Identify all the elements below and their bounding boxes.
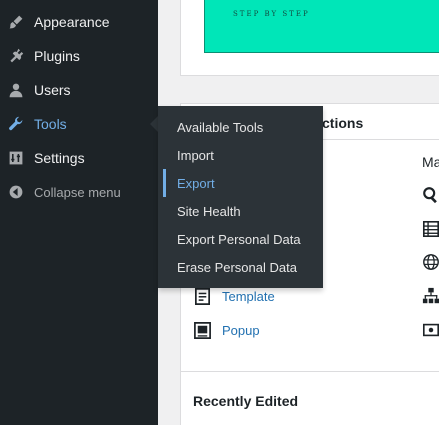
plugin-icon xyxy=(8,48,24,64)
submenu-item-export-personal-data[interactable]: Export Personal Data xyxy=(158,225,323,253)
submenu-item-label: Import xyxy=(177,147,214,163)
sidebar-item-label: Appearance xyxy=(34,14,110,30)
submenu-item-available-tools[interactable]: Available Tools xyxy=(158,113,323,141)
sidebar-item-appearance[interactable]: Appearance xyxy=(0,5,158,39)
sidebar-item-label: Users xyxy=(34,82,71,98)
sidebar-item-label: Settings xyxy=(34,150,85,166)
paintbrush-icon xyxy=(8,14,24,30)
sidebar-item-plugins[interactable]: Plugins xyxy=(0,39,158,73)
collapse-icon xyxy=(8,184,24,200)
sitemap-icon[interactable] xyxy=(422,287,439,305)
document-icon xyxy=(193,287,212,306)
tools-submenu: Available Tools Import Export Site Healt… xyxy=(158,106,323,288)
submenu-item-label: Available Tools xyxy=(177,119,264,135)
submenu-item-label: Erase Personal Data xyxy=(177,259,297,275)
settings-icon xyxy=(8,150,24,166)
wrench-icon xyxy=(8,116,24,132)
submenu-item-label: Export Personal Data xyxy=(177,231,301,247)
submenu-item-export[interactable]: Export xyxy=(158,169,323,197)
collapse-menu-button[interactable]: Collapse menu xyxy=(0,175,158,209)
divider xyxy=(180,371,439,372)
recently-edited-title: Recently Edited xyxy=(193,393,299,409)
sidebar-item-label: Tools xyxy=(34,116,67,132)
template-preview-banner[interactable]: STEP BY STEP xyxy=(204,0,439,53)
submenu-item-label: Export xyxy=(177,175,215,191)
globe-icon[interactable] xyxy=(422,253,439,271)
flyout-pointer xyxy=(150,116,158,132)
right-column-heading: Ma xyxy=(422,154,439,170)
sidebar-item-users[interactable]: Users xyxy=(0,73,158,107)
banner-text: STEP BY STEP xyxy=(233,10,310,18)
popup-link-label: Popup xyxy=(222,323,260,338)
user-icon xyxy=(8,82,24,98)
sidebar-item-label: Plugins xyxy=(34,48,80,64)
admin-sidebar: Appearance Plugins Users Tools Settings … xyxy=(0,0,158,425)
template-link-label: Template xyxy=(222,289,275,304)
template-link[interactable]: Template xyxy=(193,287,275,306)
sidebar-item-settings[interactable]: Settings xyxy=(0,141,158,175)
search-icon[interactable] xyxy=(422,186,439,204)
popup-icon xyxy=(193,321,212,340)
submenu-item-import[interactable]: Import xyxy=(158,141,323,169)
list-icon[interactable] xyxy=(422,220,439,238)
panel-title: ctions xyxy=(322,115,364,131)
submenu-item-site-health[interactable]: Site Health xyxy=(158,197,323,225)
submenu-item-label: Site Health xyxy=(177,203,241,219)
submenu-item-erase-personal-data[interactable]: Erase Personal Data xyxy=(158,253,323,281)
collapse-menu-label: Collapse menu xyxy=(34,184,121,200)
sidebar-item-tools[interactable]: Tools xyxy=(0,107,158,141)
popup-link[interactable]: Popup xyxy=(193,321,260,340)
preview-icon[interactable] xyxy=(422,321,439,339)
